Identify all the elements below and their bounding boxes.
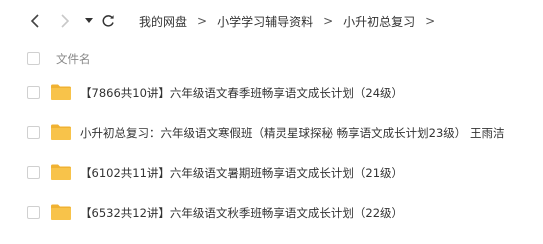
breadcrumb-separator: >	[197, 14, 208, 28]
row-checkbox[interactable]	[27, 206, 40, 219]
breadcrumb-item[interactable]: 小学学习辅导资料	[217, 13, 313, 30]
list-item[interactable]: 小升初总复习：六年级语文寒假班（精灵星球探秘 畅享语文成长计划23级） 王雨洁	[0, 113, 543, 153]
list-header: 文件名	[0, 46, 543, 70]
column-header-name[interactable]: 文件名	[56, 51, 91, 67]
row-checkbox[interactable]	[27, 126, 40, 139]
navigation-bar: 我的网盘 > 小学学习辅导资料 > 小升初总复习 >	[0, 0, 543, 42]
folder-icon	[51, 204, 71, 220]
folder-icon	[51, 84, 71, 100]
breadcrumb-separator: >	[425, 14, 436, 28]
breadcrumb: 我的网盘 > 小学学习辅导资料 > 小升初总复习 >	[139, 13, 445, 29]
breadcrumb-item[interactable]: 我的网盘	[139, 13, 187, 30]
folder-icon	[51, 124, 71, 140]
caret-down-icon	[85, 18, 93, 23]
select-all-checkbox[interactable]	[27, 52, 40, 65]
list-item[interactable]: 【6102共11讲】六年级语文暑期班畅享语文成长计划（21级）	[0, 153, 543, 193]
refresh-icon	[102, 15, 114, 27]
row-checkbox[interactable]	[27, 166, 40, 179]
back-button[interactable]	[26, 12, 44, 30]
breadcrumb-item[interactable]: 小升初总复习	[343, 13, 415, 30]
chevron-left-icon	[30, 14, 39, 28]
forward-button[interactable]	[56, 12, 74, 30]
chevron-right-icon	[61, 14, 70, 28]
folder-name[interactable]: 小升初总复习：六年级语文寒假班（精灵星球探秘 畅享语文成长计划23级） 王雨洁	[80, 125, 504, 141]
folder-icon	[51, 164, 71, 180]
row-checkbox[interactable]	[27, 86, 40, 99]
list-item[interactable]: 【7866共10讲】六年级语文春季班畅享语文成长计划（24级）	[0, 73, 543, 113]
folder-name[interactable]: 【7866共10讲】六年级语文春季班畅享语文成长计划（24级）	[80, 85, 403, 101]
breadcrumb-separator: >	[323, 14, 334, 28]
history-dropdown-button[interactable]	[80, 12, 98, 30]
folder-name[interactable]: 【6532共12讲】六年级语文秋季班畅享语文成长计划（22级）	[80, 205, 403, 221]
folder-name[interactable]: 【6102共11讲】六年级语文暑期班畅享语文成长计划（21级）	[80, 165, 403, 181]
list-item[interactable]: 【6532共12讲】六年级语文秋季班畅享语文成长计划（22级）	[0, 193, 543, 233]
refresh-button[interactable]	[99, 12, 117, 30]
file-browser: 我的网盘 > 小学学习辅导资料 > 小升初总复习 > 文件名 【7866共10讲】六年级语…	[0, 0, 543, 244]
